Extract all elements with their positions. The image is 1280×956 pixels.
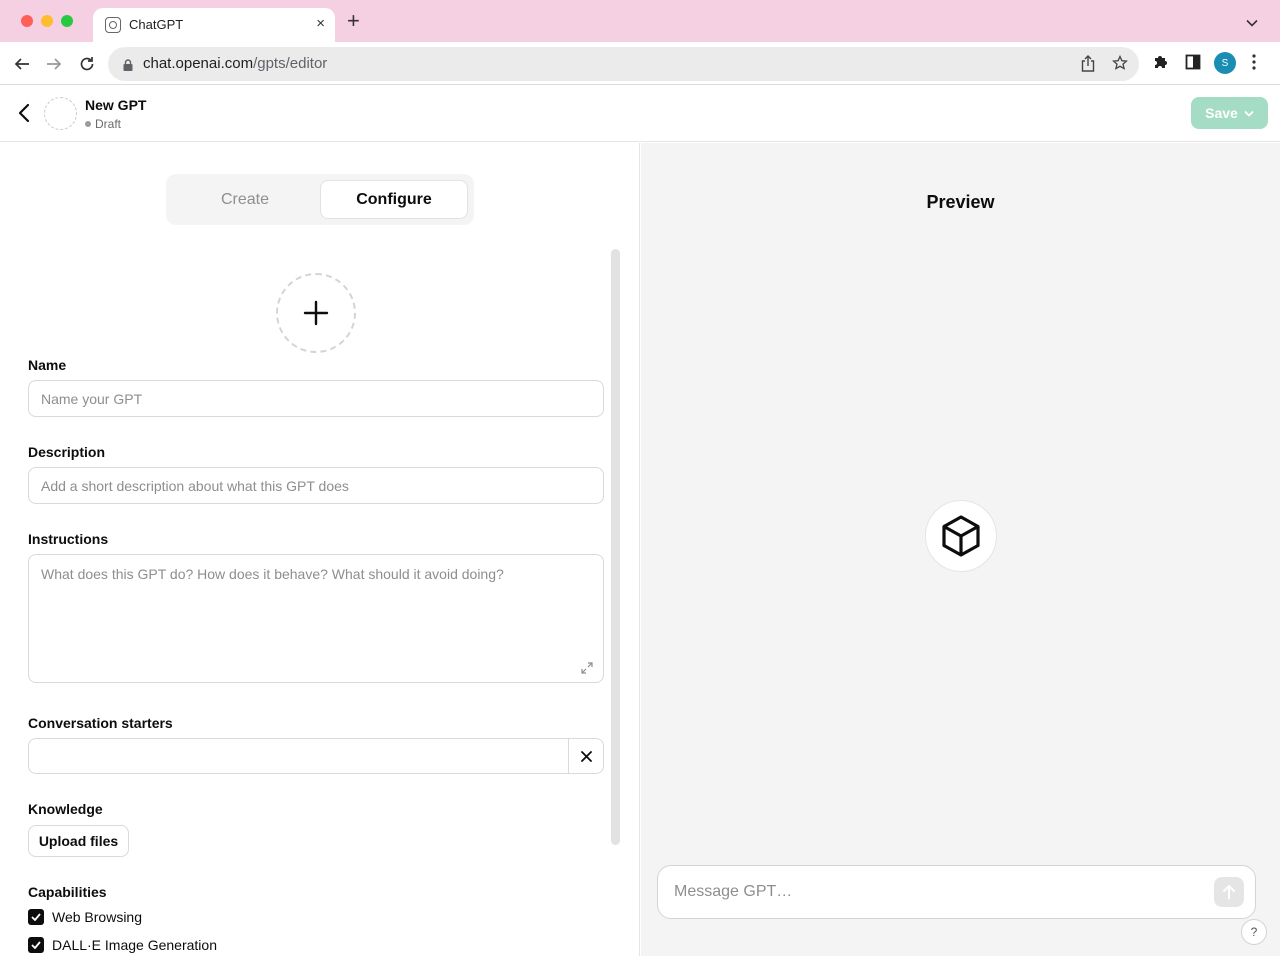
close-icon[interactable]	[568, 738, 604, 774]
more-vert-icon[interactable]	[1252, 54, 1256, 75]
browser-tabbar: ChatGPT × +	[0, 0, 1280, 42]
expand-icon[interactable]	[581, 661, 593, 679]
tab-close-button[interactable]: ×	[316, 15, 325, 32]
window-maximize-button[interactable]	[61, 15, 73, 27]
window-minimize-button[interactable]	[41, 15, 53, 27]
description-input[interactable]	[28, 467, 604, 504]
capabilities-label: Capabilities	[28, 884, 107, 900]
checkbox-checked[interactable]	[28, 937, 44, 953]
side-panel-icon[interactable]	[1185, 54, 1201, 75]
checkbox-checked[interactable]	[28, 909, 44, 925]
conversation-starters-label: Conversation starters	[28, 715, 173, 731]
cube-icon	[939, 514, 983, 558]
star-icon[interactable]	[1112, 55, 1128, 76]
status-dot	[85, 121, 91, 127]
url-text: chat.openai.com/gpts/editor	[143, 55, 327, 72]
description-label: Description	[28, 444, 105, 460]
name-label: Name	[28, 357, 66, 373]
save-button-label: Save	[1205, 105, 1238, 121]
status-text: Draft	[95, 117, 121, 131]
extensions-icon[interactable]	[1153, 54, 1169, 75]
tab-search-chevron-icon[interactable]	[1246, 14, 1258, 32]
knowledge-label: Knowledge	[28, 801, 103, 817]
capability-label: DALL·E Image Generation	[52, 937, 217, 953]
browser-toolbar: chat.openai.com/gpts/editor S	[0, 42, 1280, 85]
editor-header: New GPT Draft Save	[0, 86, 1280, 142]
checkmark-icon	[31, 913, 41, 921]
address-bar[interactable]: chat.openai.com/gpts/editor	[108, 47, 1139, 81]
save-button[interactable]: Save	[1191, 97, 1268, 129]
mode-switcher: Create Configure	[166, 174, 474, 225]
scrollbar[interactable]	[611, 249, 620, 845]
share-icon[interactable]	[1081, 55, 1095, 77]
preview-panel: Preview ?	[641, 143, 1280, 956]
upload-files-button[interactable]: Upload files	[28, 825, 129, 857]
tab-create[interactable]: Create	[170, 180, 320, 219]
capability-label: Web Browsing	[52, 909, 142, 925]
conversation-starter-input[interactable]	[28, 738, 569, 774]
instructions-label: Instructions	[28, 531, 108, 547]
arrow-up-icon	[1222, 884, 1236, 900]
gpt-avatar-placeholder	[44, 97, 77, 130]
reload-icon[interactable]	[76, 53, 98, 75]
configure-panel: Create Configure Name Description Instru…	[0, 143, 640, 956]
profile-avatar[interactable]: S	[1214, 52, 1236, 74]
window-close-button[interactable]	[21, 15, 33, 27]
browser-tab[interactable]: ChatGPT ×	[93, 8, 335, 42]
new-tab-button[interactable]: +	[347, 11, 360, 31]
message-composer	[657, 865, 1256, 919]
tab-configure[interactable]: Configure	[320, 180, 468, 219]
capability-web-browsing[interactable]: Web Browsing	[28, 909, 142, 925]
tab-title: ChatGPT	[129, 17, 183, 32]
help-button[interactable]: ?	[1241, 919, 1267, 945]
send-button[interactable]	[1214, 877, 1244, 907]
capability-dalle[interactable]: DALL·E Image Generation	[28, 937, 217, 953]
name-input[interactable]	[28, 380, 604, 417]
checkmark-icon	[31, 941, 41, 949]
chatgpt-favicon-icon	[105, 17, 121, 33]
preview-title: Preview	[641, 192, 1280, 213]
conversation-starter-row	[28, 738, 604, 774]
message-input[interactable]	[674, 880, 1194, 904]
instructions-textarea[interactable]	[28, 554, 604, 683]
lock-icon[interactable]	[123, 58, 133, 76]
chevron-left-icon[interactable]	[14, 102, 34, 129]
add-image-button[interactable]	[276, 273, 356, 353]
gpt-preview-avatar	[925, 500, 997, 572]
chevron-down-icon	[1244, 110, 1254, 117]
gpt-name-title: New GPT	[85, 97, 146, 113]
plus-icon	[303, 300, 329, 326]
status-badge: Draft	[85, 117, 121, 131]
forward-arrow-icon[interactable]	[43, 53, 65, 75]
back-arrow-icon[interactable]	[11, 53, 33, 75]
